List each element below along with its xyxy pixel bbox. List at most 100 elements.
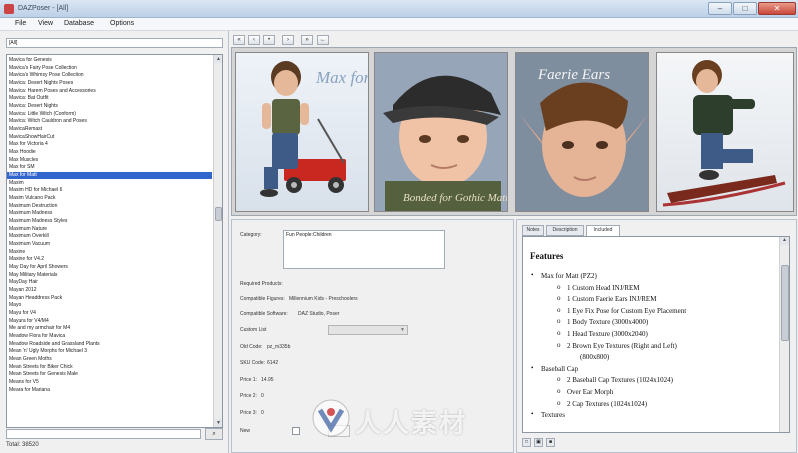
scroll-down-arrow[interactable]: ▼ <box>214 419 222 427</box>
nav-center-button[interactable]: • <box>263 35 275 45</box>
view-small-button[interactable]: □ <box>522 438 531 447</box>
list-item[interactable]: Maximum Nature <box>7 226 212 233</box>
list-item[interactable]: Maxim HD for Michael 6 <box>7 187 212 194</box>
list-item[interactable]: Max for Victoria 4 <box>7 141 212 148</box>
product-list[interactable]: Mavica for Genesis Mavica's Fairy Pose Co… <box>6 54 223 428</box>
compatible-software-value: DAZ Studio, Poser <box>298 311 340 317</box>
nav-prev-button[interactable]: ‹ <box>248 35 260 45</box>
custom-list-select[interactable]: ▼ <box>328 325 408 335</box>
list-item[interactable]: Maxim <box>7 180 212 187</box>
list-item[interactable]: Meara for Mariana <box>7 387 212 394</box>
custom-list-label: Custom List <box>240 327 267 333</box>
list-item[interactable]: Maximum Overkill <box>7 233 212 240</box>
list-item[interactable]: Mean Streets for Biker Chick <box>7 364 212 371</box>
nav-next-button[interactable]: › <box>282 35 294 45</box>
watermark-text: 人人素材 <box>355 409 468 439</box>
list-item[interactable]: Mavica: Desert Nights <box>7 103 212 110</box>
compatible-figures-label: Compatible Figures: <box>240 296 285 302</box>
nav-back-button[interactable]: ← <box>317 35 329 45</box>
tab-description[interactable]: Description <box>546 225 584 236</box>
list-item[interactable]: May Military Materials <box>7 272 212 279</box>
list-item[interactable]: Me and my armchair for M4 <box>7 325 212 332</box>
list-item[interactable]: Mayura for V4/M4 <box>7 318 212 325</box>
view-medium-button[interactable]: ▣ <box>534 438 543 447</box>
preview-image-3[interactable]: Faerie Ears <box>515 52 649 212</box>
list-item[interactable]: Max for Matt <box>7 172 212 180</box>
list-item[interactable]: Maximum Vacuum <box>7 241 212 248</box>
chevron-down-icon: ▼ <box>400 327 405 333</box>
list-item[interactable]: Maximum Madness Styles <box>7 218 212 225</box>
list-item[interactable]: Maximum Madness <box>7 210 212 217</box>
list-item[interactable]: Mayan Headdress Pack <box>7 295 212 302</box>
status-total: Total: 38520 <box>6 442 39 448</box>
quick-search-input[interactable] <box>6 429 201 439</box>
maximize-button[interactable]: □ <box>733 2 757 15</box>
list-item[interactable]: Max Hoodie <box>7 149 212 156</box>
nav-last-button[interactable]: » <box>301 35 313 45</box>
list-item[interactable]: Max for SM <box>7 164 212 171</box>
menu-file[interactable]: File <box>15 20 26 27</box>
list-item[interactable]: Means for V5 <box>7 379 212 386</box>
list-item[interactable]: MavicaRemast <box>7 126 212 133</box>
list-item[interactable]: Mavica: Harem Poses and Accessories <box>7 88 212 95</box>
filter-input[interactable]: [All] <box>6 38 223 48</box>
list-item[interactable]: Meadow Flora for Mavica <box>7 333 212 340</box>
list-scrollbar[interactable]: ▲ ▼ <box>213 55 222 427</box>
tab-notes[interactable]: Notes <box>522 225 544 236</box>
compatible-software-label: Compatible Software: <box>240 311 288 317</box>
list-item[interactable]: Meadow Roadside and Grassland Plants <box>7 341 212 348</box>
bullet-icon: • <box>531 271 534 279</box>
price1-label: Price 1: <box>240 377 257 383</box>
list-item[interactable]: Max Muscles <box>7 157 212 164</box>
info-scrollbar[interactable]: ▲ <box>779 237 789 432</box>
menu-options[interactable]: Options <box>110 20 134 27</box>
list-item[interactable]: Mayo <box>7 302 212 309</box>
list-item[interactable]: Mavica: Little Witch (Conform) <box>7 111 212 118</box>
list-item[interactable]: Mavica: Witch Cauldron and Poses <box>7 118 212 125</box>
list-item[interactable]: Mean Streets for Genesis Male <box>7 371 212 378</box>
list-item[interactable]: Maximum Destruction <box>7 203 212 210</box>
view-large-button[interactable]: ■ <box>546 438 555 447</box>
list-item[interactable]: Mayan 2012 <box>7 287 212 294</box>
info-scroll-up-arrow[interactable]: ▲ <box>780 237 789 245</box>
new-checkbox[interactable] <box>292 427 300 435</box>
list-item[interactable]: Maxine <box>7 249 212 256</box>
info-pane: Notes Description Included Features • Max… <box>516 219 797 453</box>
list-item[interactable]: Mayu for V4 <box>7 310 212 317</box>
list-item[interactable]: Mavica's Fairy Pose Collection <box>7 65 212 72</box>
preview-image-2[interactable]: Bonded for Gothic Matt <box>374 52 508 212</box>
category-field[interactable]: Fun People:Children <box>283 230 445 269</box>
list-item[interactable]: Mavica: Bat Outfit <box>7 95 212 102</box>
bullet-icon: o <box>557 387 561 395</box>
feature-line: Over Ear Morph <box>567 388 614 396</box>
list-item[interactable]: Mean Green Moths <box>7 356 212 363</box>
list-item[interactable]: Maxim Vulcano Pack <box>7 195 212 202</box>
scroll-up-arrow[interactable]: ▲ <box>214 55 222 63</box>
feature-line: 2 Cap Textures (1024x1024) <box>567 399 648 408</box>
menu-database[interactable]: Database <box>64 20 94 27</box>
watermark: 人人素材 <box>311 398 501 439</box>
scroll-thumb[interactable] <box>215 207 222 221</box>
list-item[interactable]: MavicaShowHairCut <box>7 134 212 141</box>
sku-code-value: 6142 <box>267 360 279 366</box>
bullet-icon: • <box>531 363 534 372</box>
search-button[interactable]: ⌕ <box>205 428 223 440</box>
nav-first-button[interactable]: « <box>233 35 245 45</box>
list-item[interactable]: Mavica for Genesis <box>7 57 212 64</box>
list-item[interactable]: Maxine for V4.2 <box>7 256 212 263</box>
menu-view[interactable]: View <box>38 20 53 27</box>
info-scroll-thumb[interactable] <box>781 265 789 341</box>
list-item[interactable]: Mean 'n' Ugly Morphs for Michael 3 <box>7 348 212 355</box>
preview-image-4[interactable] <box>656 52 794 212</box>
minimize-button[interactable]: – <box>708 2 732 15</box>
feature-line: 1 Eye Fix Pose for Custom Eye Placement <box>567 306 687 315</box>
list-item[interactable]: Mavica's Whimsy Pose Collection <box>7 72 212 79</box>
list-item[interactable]: Mavica: Desert Nights Poses <box>7 80 212 87</box>
bullet-icon: o <box>557 329 561 337</box>
close-button[interactable]: ✕ <box>758 2 796 15</box>
list-item[interactable]: MayDay Hair <box>7 279 212 286</box>
price1-value: 14.95 <box>261 377 274 383</box>
feature-line: (800x800) <box>580 353 610 362</box>
list-item[interactable]: May Day for April Showers <box>7 264 212 271</box>
preview-image-1[interactable]: Max for Matt <box>235 52 369 212</box>
